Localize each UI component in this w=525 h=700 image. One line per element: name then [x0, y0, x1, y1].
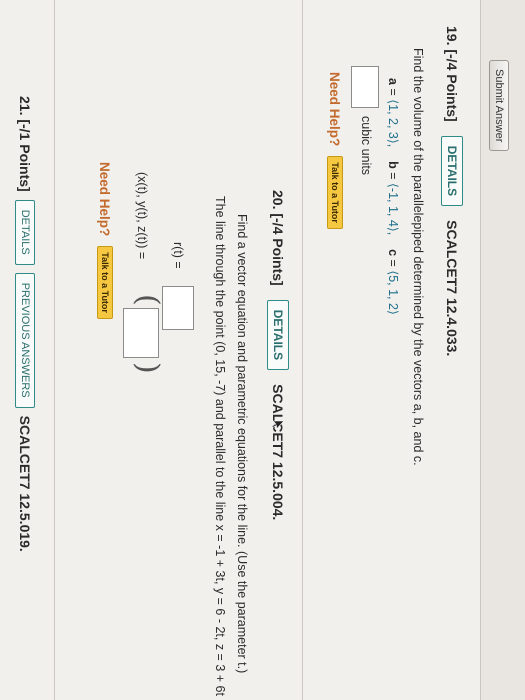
screen-viewport: Submit Answer 19. [-/4 Points] DETAILS S…	[0, 0, 525, 700]
submit-bar: Submit Answer	[480, 0, 525, 700]
question-20-header: 20. [-/4 Points] DETAILS SCALCET7 12.5.0…	[267, 190, 289, 520]
question-19-help-row: Need Help? Talk to a Tutor	[327, 72, 343, 229]
assignment-page: Submit Answer 19. [-/4 Points] DETAILS S…	[0, 0, 525, 700]
question-21-title: 21. [-/1 Points]	[17, 96, 33, 192]
talk-to-tutor-button[interactable]: Talk to a Tutor	[97, 246, 113, 319]
vector-b-value: ⟨-1, 1, 4⟩,	[386, 183, 400, 236]
question-19-details-button[interactable]: DETAILS	[441, 135, 463, 207]
mouse-cursor-icon	[271, 420, 285, 430]
submit-answer-button[interactable]: Submit Answer	[489, 60, 509, 152]
question-20-help-row: Need Help? Talk to a Tutor	[97, 162, 113, 319]
vector-c-name: c	[386, 249, 400, 257]
question-divider	[302, 0, 303, 700]
question-19-code: SCALCET7 12.4.033.	[444, 220, 460, 357]
volume-answer-input[interactable]	[351, 66, 379, 108]
question-19-header: 19. [-/4 Points] DETAILS SCALCET7 12.4.0…	[441, 26, 463, 356]
question-20-title: 20. [-/4 Points]	[270, 190, 286, 286]
vector-c-value: ⟨5, 1, 2⟩	[386, 270, 400, 315]
vector-equation-label: r(t) =	[171, 242, 185, 269]
equals-sign: =	[386, 88, 400, 96]
question-21-header: 21. [-/1 Points] DETAILS PREVIOUS ANSWER…	[15, 96, 35, 552]
question-19-prompt: Find the volume of the parallelepiped de…	[411, 48, 425, 466]
question-divider	[54, 0, 55, 700]
need-help-label: Need Help?	[327, 72, 343, 147]
question-20-details-button[interactable]: DETAILS	[267, 299, 289, 371]
equals-sign: =	[386, 172, 400, 180]
vector-b-name: b	[386, 161, 400, 169]
parametric-equations-input[interactable]	[123, 308, 159, 358]
equals-sign: =	[386, 259, 400, 267]
question-20-subprompt: The line through the point (0, 15, -7) a…	[213, 196, 227, 696]
question-19-title: 19. [-/4 Points]	[444, 26, 460, 122]
parametric-equations-label: (x(t), y(t), z(t)) =	[135, 172, 149, 260]
question-20-code: SCALCET7 12.5.004.	[270, 384, 286, 521]
question-21-details-button[interactable]: DETAILS	[15, 199, 35, 265]
need-help-label: Need Help?	[97, 162, 113, 237]
talk-to-tutor-button[interactable]: Talk to a Tutor	[327, 156, 343, 229]
vector-equation-input[interactable]	[162, 286, 194, 330]
question-21-code: SCALCET7 12.5.019.	[17, 415, 33, 552]
open-paren: (	[130, 294, 165, 306]
question-20-prompt: Find a vector equation and parametric eq…	[235, 214, 249, 674]
question-19-vectors: a = ⟨1, 2, 3⟩, b = ⟨-1, 1, 4⟩, c = ⟨5, 1…	[386, 78, 401, 315]
previous-answers-button[interactable]: PREVIOUS ANSWERS	[15, 272, 35, 408]
close-paren: )	[130, 362, 165, 374]
vector-a-name: a	[386, 78, 400, 85]
units-label: cubic units	[359, 116, 373, 176]
vector-a-value: ⟨1, 2, 3⟩,	[386, 99, 400, 148]
